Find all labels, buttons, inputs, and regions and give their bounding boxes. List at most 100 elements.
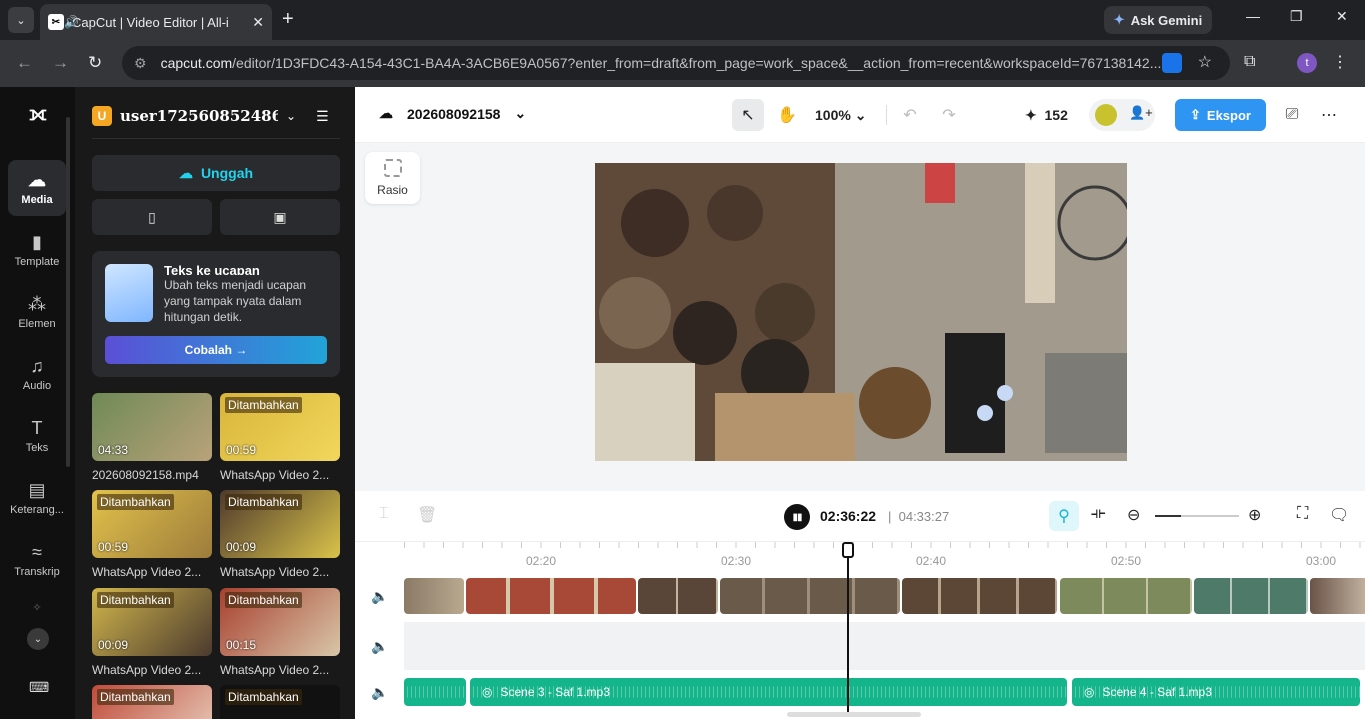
redo-icon[interactable]: ↷ — [939, 99, 959, 131]
zoom-out-icon[interactable]: ⊖ — [1127, 505, 1140, 525]
workspace-selector[interactable]: U user1725608524861’... ⌄ ☰ — [92, 105, 342, 127]
rail-item-transkrip[interactable]: ≈ Transkrip — [8, 532, 66, 588]
try-now-button[interactable]: Cobalah → — [105, 336, 327, 364]
undo-icon[interactable]: ↶ — [900, 99, 920, 131]
url-bar[interactable]: ⚙ capcut.com/editor/1D3FDC43-A154-43C1-B… — [122, 46, 1230, 80]
browser-tab[interactable]: ✂ CapCut | Video Editor | All-i 🔊 ✕ — [40, 4, 272, 40]
video-clip[interactable] — [638, 578, 718, 614]
browser-menu-icon[interactable]: ⋮ — [1332, 52, 1348, 72]
install-app-icon[interactable] — [1162, 53, 1182, 73]
rail-label: Transkrip — [14, 566, 60, 578]
comment-icon[interactable]: 🗨 — [1329, 505, 1349, 525]
credits-badge[interactable]: ✦ 152 — [1025, 99, 1068, 131]
video-clip[interactable] — [902, 578, 1057, 614]
video-clip[interactable] — [1060, 578, 1192, 614]
timeline-zoom-slider[interactable] — [1155, 515, 1239, 517]
zoom-dropdown[interactable]: 100% ⌄ — [815, 99, 866, 131]
video-clip[interactable] — [1194, 578, 1308, 614]
media-item[interactable]: Ditambahkan — [220, 685, 340, 719]
back-icon[interactable]: ← — [16, 53, 33, 73]
rail-item-template[interactable]: ▮ Template — [8, 222, 66, 278]
rail-item-teks[interactable]: T Teks — [8, 408, 66, 464]
chevron-down-icon[interactable]: ⌄ — [27, 628, 49, 650]
video-clip[interactable] — [404, 578, 464, 614]
tts-title: Teks ke ucapan — [164, 263, 260, 275]
record-screen-button[interactable]: ▣ — [220, 199, 340, 235]
video-clip[interactable] — [466, 578, 636, 614]
rail-item-keterangan[interactable]: ▤ Keterang... — [8, 470, 66, 526]
rail-item-media[interactable]: ☁ Media — [8, 160, 66, 216]
track-mute-icon[interactable]: 🔈 — [371, 684, 388, 701]
timeline-scrollbar[interactable] — [787, 712, 921, 717]
phone-upload-button[interactable]: ▯ — [92, 199, 212, 235]
delete-icon[interactable]: 🗑 — [417, 505, 437, 525]
media-name: WhatsApp Video 2... — [92, 663, 202, 677]
export-button[interactable]: ⇪ Ekspor — [1175, 99, 1266, 131]
video-frame-image — [595, 163, 1127, 461]
media-thumbnail: Ditambahkan 00:59 — [92, 490, 212, 558]
tab-close-icon[interactable]: ✕ — [252, 14, 264, 31]
audio-clip[interactable] — [404, 678, 466, 706]
capcut-logo[interactable]: ⟗ — [24, 103, 52, 127]
audio-clip[interactable]: ◎ Scene 3 - Saf 1.mp3 — [470, 678, 1067, 706]
ruler-label: 02:30 — [721, 554, 752, 568]
media-item[interactable]: Ditambahkan 00:09 WhatsApp Video 2... — [220, 490, 340, 579]
screen-share-icon[interactable]: ⎚ — [1280, 99, 1304, 131]
audio-clip-name: Scene 4 - Saf 1.mp3 — [1102, 685, 1212, 699]
project-title[interactable]: ☁ 202608092158 ⌄ — [379, 105, 526, 122]
track-mute-icon[interactable]: 🔈 — [371, 588, 388, 605]
zoom-in-icon[interactable]: ⊕ — [1248, 505, 1261, 525]
media-item[interactable]: Ditambahkan 00:09 WhatsApp Video 2... — [92, 588, 212, 677]
select-tool-icon[interactable]: ↖ — [732, 99, 764, 131]
keyboard-icon[interactable]: ⌨ — [29, 679, 49, 696]
collaborators[interactable]: 👤+ — [1089, 99, 1155, 131]
media-item[interactable]: Ditambahkan 00:15 WhatsApp Video 2... — [220, 588, 340, 677]
close-window-icon[interactable]: ✕ — [1336, 8, 1348, 25]
media-item[interactable]: Ditambahkan 00:59 WhatsApp Video 2... — [220, 393, 340, 482]
pause-button[interactable]: ▮▮ — [784, 504, 810, 530]
empty-track[interactable] — [404, 622, 1365, 670]
rail-item-audio[interactable]: ♫ Audio — [8, 346, 66, 402]
tab-audio-icon[interactable]: 🔊 — [64, 15, 79, 29]
minimize-icon[interactable]: — — [1246, 8, 1260, 24]
new-tab-button[interactable]: + — [282, 8, 294, 31]
rail-item-elemen[interactable]: ⁂ Elemen — [8, 284, 66, 340]
split-icon[interactable]: ⌶ — [379, 505, 389, 523]
rail-scrollbar[interactable] — [66, 117, 70, 467]
playback-bar: ⌶ 🗑 ▮▮ 02:36:22 | 04:33:27 ⚲ ⟛ ⊖ ⊕ ⛶ 🗨 — [355, 491, 1365, 541]
site-info-icon[interactable]: ⚙ — [134, 55, 147, 72]
hand-tool-icon[interactable]: ✋ — [773, 99, 801, 131]
media-item[interactable]: Ditambahkan — [92, 685, 212, 719]
forward-icon[interactable]: → — [52, 53, 69, 73]
playhead-handle[interactable] — [842, 542, 854, 558]
tab-search-button[interactable]: ⌄ — [8, 7, 34, 33]
split-view-icon[interactable]: ⟛ — [1091, 505, 1106, 523]
time-ruler[interactable]: 02:20 02:30 02:40 02:50 03:00 — [404, 542, 1365, 570]
extensions-icon[interactable]: ⧉ — [1244, 53, 1255, 71]
media-duration: 00:09 — [98, 638, 129, 652]
reload-icon[interactable]: ↻ — [88, 53, 102, 73]
tts-promo-card: Teks ke ucapan Ubah teks menjadi ucapan … — [92, 251, 340, 377]
aspect-ratio-button[interactable]: Rasio — [365, 152, 420, 204]
sort-icon[interactable]: ☰ — [316, 108, 329, 125]
audio-clip[interactable]: ◎ Scene 4 - Saf 1.mp3 — [1072, 678, 1360, 706]
video-preview[interactable] — [595, 163, 1127, 461]
ask-gemini-button[interactable]: ✦ Ask Gemini — [1104, 6, 1212, 34]
profile-avatar[interactable]: t — [1297, 53, 1317, 73]
playhead[interactable] — [842, 542, 854, 712]
media-item[interactable]: Ditambahkan 00:59 WhatsApp Video 2... — [92, 490, 212, 579]
fullscreen-icon[interactable]: ⛶ — [1297, 505, 1308, 523]
auto-snap-icon[interactable]: ⚲ — [1049, 501, 1079, 531]
track-mute-icon[interactable]: 🔈 — [371, 638, 388, 655]
more-icon[interactable]: ⋯ — [1317, 99, 1341, 131]
bookmark-star-icon[interactable]: ☆ — [1198, 52, 1212, 72]
sparkle-icon[interactable]: ✧ — [8, 592, 66, 622]
upload-button[interactable]: ☁ Unggah — [92, 155, 340, 191]
media-duration: 00:59 — [226, 443, 257, 457]
media-item[interactable]: 04:33 202608092158.mp4 — [92, 393, 212, 482]
added-badge: Ditambahkan — [225, 689, 302, 705]
video-clip[interactable] — [1310, 578, 1365, 614]
tab-title: CapCut | Video Editor | All-i — [72, 14, 229, 30]
video-clip[interactable] — [720, 578, 900, 614]
restore-icon[interactable]: ❐ — [1290, 8, 1303, 25]
